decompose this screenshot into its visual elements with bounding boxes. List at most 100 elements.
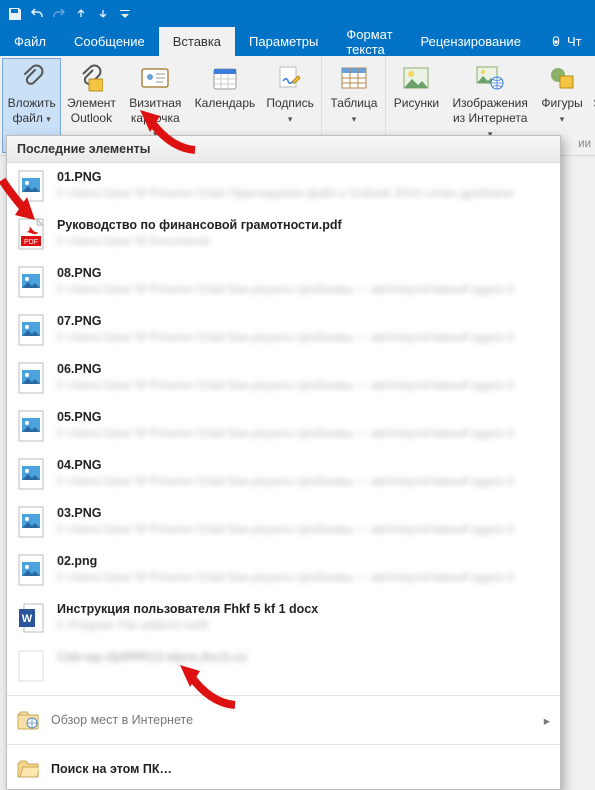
- svg-text:W: W: [22, 613, 33, 625]
- browse-pc-label: Поиск на этом ПК…: [51, 762, 172, 776]
- file-path: C Users Dave W Pictures Chart Как решить…: [57, 282, 550, 296]
- file-path: C Users Dave W Pictures Chart Как решить…: [57, 330, 550, 344]
- label-line: Фигуры: [541, 96, 582, 110]
- file-path: C Users Dave W Pictures Chart Как решить…: [57, 570, 550, 584]
- folder-open-icon: [17, 759, 39, 779]
- file-type-icon: [17, 457, 45, 491]
- file-type-icon: W: [17, 601, 45, 635]
- ribbon-tabs: Файл Сообщение Вставка Параметры Формат …: [0, 27, 595, 56]
- label-line: Подпись: [266, 96, 314, 110]
- truncated-text: ии: [578, 138, 591, 150]
- file-name: 04.PNG: [57, 458, 550, 472]
- attachment-down-icon[interactable]: [92, 3, 114, 25]
- file-type-icon: [17, 169, 45, 203]
- file-type-icon: PDF: [17, 217, 45, 251]
- picture-icon: [403, 62, 429, 94]
- file-path: C Users Dave W Pictures Chart Как решить…: [57, 378, 550, 392]
- label-line: из Интернета: [453, 111, 527, 125]
- tell-me[interactable]: Чт: [535, 27, 595, 56]
- chevron-down-icon: ▾: [46, 114, 51, 124]
- attach-file-dropdown: Последние элементы 01.PNG C Users Dave W …: [6, 135, 561, 790]
- table-icon: [341, 62, 367, 94]
- file-name: 01.PNG: [57, 170, 550, 184]
- undo-icon[interactable]: [26, 3, 48, 25]
- attachment-up-icon[interactable]: [70, 3, 92, 25]
- file-path: C Users Dave W Pictures Chart Как решить…: [57, 474, 550, 488]
- redo-icon[interactable]: [48, 3, 70, 25]
- outlook-item-icon: [79, 62, 103, 94]
- label-line: Календарь: [195, 96, 256, 111]
- file-name: Руководство по финансовой грамотности.pd…: [57, 218, 550, 232]
- file-type-icon: [17, 361, 45, 395]
- file-name: 08.PNG: [57, 266, 550, 280]
- file-type-icon: [17, 265, 45, 299]
- tab-review[interactable]: Рецензирование: [407, 27, 535, 56]
- tab-message[interactable]: Сообщение: [60, 27, 159, 56]
- file-path: C Users Dave W Pictures Chart Как решить…: [57, 522, 550, 536]
- label-line: Элемент: [67, 96, 116, 110]
- recent-item[interactable]: 04.PNG C Users Dave W Pictures Chart Как …: [7, 451, 560, 499]
- file-type-icon: [17, 313, 45, 347]
- recent-item[interactable]: 02.png C Users Dave W Pictures Chart Как …: [7, 547, 560, 595]
- file-type-icon: [17, 553, 45, 587]
- browse-web-locations[interactable]: Обзор мест в Интернете ▸: [7, 700, 560, 740]
- browse-web-label: Обзор мест в Интернете: [51, 713, 193, 727]
- file-name: 07.PNG: [57, 314, 550, 328]
- label-line: Изображения: [452, 96, 527, 110]
- file-name: 03.PNG: [57, 506, 550, 520]
- file-path: C Users Dave W Documents: [57, 234, 550, 248]
- label-line: карточка: [131, 111, 180, 125]
- label-line: Outlook: [71, 111, 112, 125]
- save-icon[interactable]: [4, 3, 26, 25]
- tab-file[interactable]: Файл: [0, 27, 60, 56]
- signature-icon: [277, 62, 303, 94]
- file-type-icon: [17, 649, 45, 683]
- tab-format-text[interactable]: Формат текста: [332, 27, 406, 56]
- recent-item[interactable]: PDF Руководство по финансовой грамотности…: [7, 211, 560, 259]
- file-type-icon: [17, 505, 45, 539]
- file-name: 06.PNG: [57, 362, 550, 376]
- file-name: 02.png: [57, 554, 550, 568]
- calendar-icon: [212, 62, 238, 94]
- paperclip-icon: [20, 62, 44, 94]
- label-line: Визитная: [129, 96, 181, 110]
- recent-item[interactable]: 01.PNG C Users Dave W Pictures Chart Прис…: [7, 163, 560, 211]
- recent-item[interactable]: 08.PNG C Users Dave W Pictures Chart Как …: [7, 259, 560, 307]
- chevron-down-icon: ▾: [560, 114, 565, 124]
- recent-item[interactable]: 07.PNG C Users Dave W Pictures Chart Как …: [7, 307, 560, 355]
- quick-access-toolbar: [0, 0, 595, 27]
- file-name: Инструкция пользователя Fhkf 5 kf 1 docx: [57, 602, 550, 616]
- chevron-down-icon: ▾: [352, 114, 357, 124]
- browse-this-pc[interactable]: Поиск на этом ПК…: [7, 749, 560, 789]
- recent-item[interactable]: 03.PNG C Users Dave W Pictures Chart Как …: [7, 499, 560, 547]
- customize-qat-icon[interactable]: [114, 3, 136, 25]
- recent-item[interactable]: 05.PNG C Users Dave W Pictures Chart Как …: [7, 403, 560, 451]
- file-path: C Program File addicnt msfit: [57, 618, 550, 632]
- recent-item[interactable]: Cab-wp-dpRRR13-alpra.doc3.cu: [7, 643, 560, 691]
- chevron-down-icon: ▾: [288, 114, 293, 124]
- file-name: 05.PNG: [57, 410, 550, 424]
- globe-folder-icon: [17, 710, 39, 730]
- label-line: Таблица: [330, 96, 377, 110]
- business-card-icon: [141, 62, 169, 94]
- recent-items-list: 01.PNG C Users Dave W Pictures Chart Прис…: [7, 163, 560, 691]
- separator: [7, 744, 560, 745]
- tab-insert[interactable]: Вставка: [159, 27, 235, 56]
- svg-text:PDF: PDF: [24, 239, 38, 246]
- file-name: Cab-wp-dpRRR13-alpra.doc3.cu: [57, 650, 550, 664]
- separator: [7, 695, 560, 696]
- file-path: C Users Dave W Pictures Chart Присоедине…: [57, 186, 550, 200]
- online-picture-icon: [476, 62, 504, 94]
- file-path: C Users Dave W Pictures Chart Как решить…: [57, 426, 550, 440]
- recent-item[interactable]: 06.PNG C Users Dave W Pictures Chart Как …: [7, 355, 560, 403]
- file-type-icon: [17, 409, 45, 443]
- recent-item[interactable]: W Инструкция пользователя Fhkf 5 kf 1 doc…: [7, 595, 560, 643]
- label-line: Рисунки: [394, 96, 439, 111]
- chevron-right-icon: ▸: [544, 713, 550, 728]
- tell-me-label: Чт: [567, 34, 582, 49]
- recent-items-header: Последние элементы: [7, 136, 560, 163]
- label-line: файл: [13, 111, 43, 125]
- label-line: Вложить: [8, 96, 56, 110]
- shapes-icon: [549, 62, 575, 94]
- tab-options[interactable]: Параметры: [235, 27, 332, 56]
